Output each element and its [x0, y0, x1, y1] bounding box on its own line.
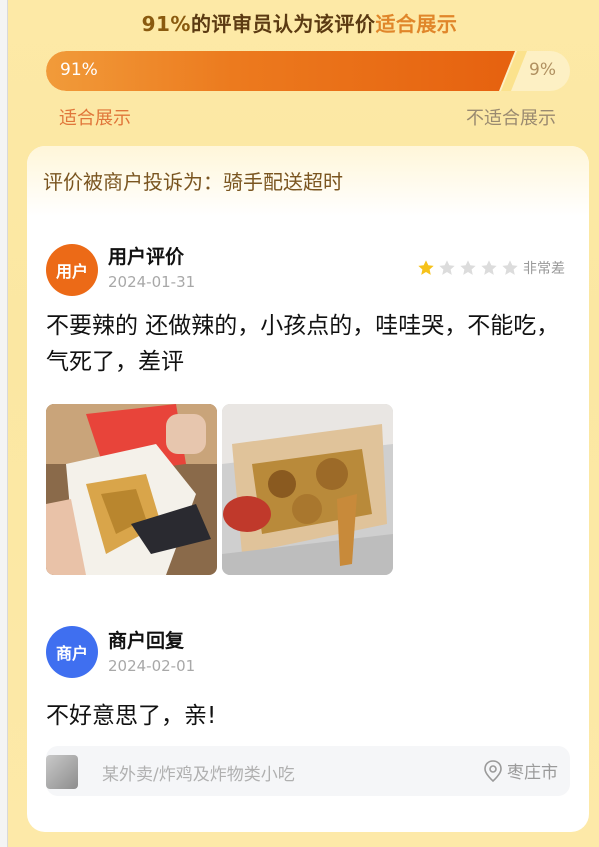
- vote-label-suitable: 适合展示: [59, 108, 131, 129]
- headline-text: 的评审员认为该评价: [190, 12, 376, 36]
- reply-date: 2024-02-01: [108, 657, 196, 675]
- store-thumbnail-icon: [46, 755, 78, 789]
- review-photo-1[interactable]: [46, 404, 217, 575]
- headline-percent: 91%: [141, 12, 191, 36]
- reply-title: 商户回复: [108, 630, 185, 652]
- star-filled-icon: [418, 260, 434, 275]
- user-avatar: 用户: [46, 244, 98, 296]
- review-date: 2024-01-31: [108, 273, 196, 291]
- vote-label-unsuitable: 不适合展示: [466, 108, 556, 129]
- review-card: 评价被商户投诉为：骑手配送超时 用户 用户评价 2024-01-31 非常差 不…: [27, 146, 589, 832]
- review-photo-2[interactable]: [222, 404, 393, 575]
- location-pin-icon: [484, 759, 502, 782]
- star-empty-icon: [439, 260, 455, 275]
- review-title: 用户评价: [108, 246, 185, 268]
- vote-yes-percent: 91%: [60, 60, 98, 80]
- star-rating: 非常差: [417, 258, 565, 278]
- reply-text: 不好意思了，亲!: [46, 703, 217, 729]
- star-empty-icon: [460, 260, 476, 275]
- merchant-avatar: 商户: [46, 626, 98, 678]
- store-location: 枣庄市: [483, 758, 558, 783]
- review-text: 不要辣的 还做辣的，小孩点的，哇哇哭，不能吃，气死了，差评: [46, 313, 560, 375]
- store-name: 某外卖/炸鸡及炸物类小吃: [102, 765, 295, 785]
- store-info-bar[interactable]: 某外卖/炸鸡及炸物类小吃 枣庄市: [46, 746, 570, 796]
- window-left-edge: [0, 0, 8, 847]
- star-empty-icon: [481, 260, 497, 275]
- vote-bar: 91% 9%: [46, 51, 570, 91]
- rating-text: 非常差: [523, 261, 565, 277]
- vote-no-percent: 9%: [529, 60, 556, 80]
- headline: 91%的评审员认为该评价适合展示: [0, 8, 599, 37]
- vote-fill-suitable: [46, 51, 515, 91]
- star-empty-icon: [502, 260, 518, 275]
- store-location-text: 枣庄市: [507, 763, 558, 783]
- headline-accent: 适合展示: [375, 12, 458, 36]
- stars: [417, 259, 522, 277]
- complaint-banner: 评价被商户投诉为：骑手配送超时: [27, 146, 589, 216]
